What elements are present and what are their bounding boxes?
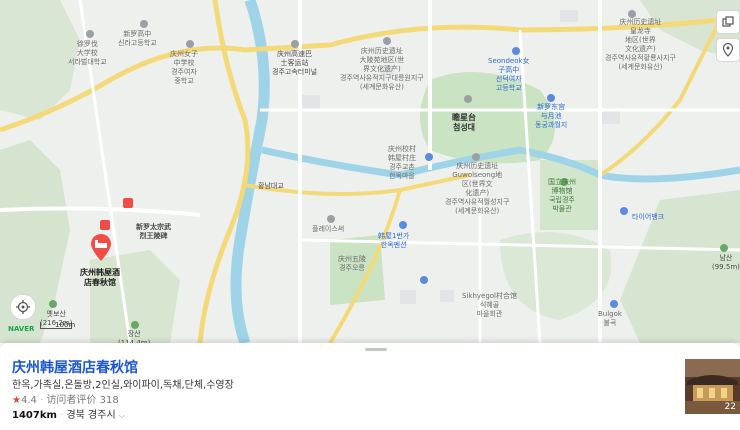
guesthouse-poi-icon[interactable] [399, 221, 407, 229]
locate-button[interactable] [10, 294, 36, 320]
heritage-poi-icon[interactable] [472, 153, 480, 161]
bank-poi-icon[interactable] [620, 207, 628, 215]
naver-logo: NAVER [8, 325, 35, 333]
mountain-poi-icon[interactable] [131, 321, 139, 329]
cheomseongdae-poi-icon[interactable] [464, 95, 472, 103]
layers-button[interactable] [716, 10, 740, 34]
heritage-poi-icon[interactable] [628, 10, 636, 18]
park-poi-icon[interactable] [547, 94, 555, 102]
village-hall-poi-icon[interactable] [420, 276, 428, 284]
photo-count: 22 [724, 402, 736, 412]
heritage-poi-red-icon[interactable] [123, 198, 133, 208]
label-bulgok[interactable]: Bulgok 불곡 [598, 310, 622, 328]
university-poi-icon[interactable] [86, 30, 94, 38]
bulgok-poi-icon[interactable] [610, 300, 618, 308]
label-wolseong[interactable]: 庆州历史遗址 Guwolseong地 区(世界文 化遗产) 경주역사유적월성지구… [445, 162, 509, 216]
label-donggung[interactable]: 新罗东宫 与月池 동궁과월지 [535, 103, 567, 130]
region-value[interactable]: 경북 경주시 [66, 410, 115, 421]
label-museum[interactable]: 国立庆州 博物馆 국립경주 박물관 [548, 178, 576, 214]
mountain-poi-icon[interactable] [49, 300, 57, 308]
bus-terminal-poi-icon[interactable] [291, 40, 299, 48]
label-namsan[interactable]: 남산 (99.5m) [712, 254, 740, 272]
scale-label: 100m [55, 321, 76, 329]
chevron-down-icon[interactable]: ⌵ [119, 411, 125, 420]
location-pin-button[interactable] [716, 38, 740, 62]
place-tags: 한옥,가족실,온돌방,2인실,와이파이,독채,단체,수영장 [12, 380, 234, 391]
label-girls-school[interactable]: 庆州女子 中学校 경주여자 중학교 [170, 50, 198, 86]
map-view[interactable]: 新罗高中 신라고등학교 徐罗伐 大学校 서라벌대학교 庆州女子 中学校 경주여자… [0, 0, 740, 343]
label-school1[interactable]: 新罗高中 신라고등학교 [118, 30, 157, 48]
layers-icon [722, 16, 734, 27]
label-university[interactable]: 徐罗伐 大学校 서라벌대학교 [68, 40, 107, 67]
school-poi-icon[interactable] [512, 47, 520, 55]
crosshair-icon [16, 300, 30, 314]
place-info-sheet[interactable]: 庆州韩屋酒店春秋馆 한옥,가족실,온돌방,2인실,와이파이,독채,단체,수영장 … [0, 343, 740, 430]
label-royal-tomb-stele[interactable]: 新罗太宗武 烈王陵碑 [136, 223, 171, 241]
label-bus-terminal[interactable]: 庆州高速巴 士客运站 경주고속터미널 [272, 50, 317, 77]
label-hanok-village[interactable]: 庆州校村 韩屋村庄 경주교촌 한옥마을 [388, 145, 416, 181]
pin-icon [722, 43, 734, 57]
label-bridge[interactable]: 황남대교 [258, 182, 284, 191]
label-cheomseongdae[interactable]: 瞻星台 첨성대 [452, 113, 476, 133]
label-sikhyegol[interactable]: Sikhyegol村合馆 식혜골 마을회관 [462, 292, 517, 319]
label-tomb[interactable]: 庆州五陵 경주오릉 [338, 255, 366, 273]
school-poi-icon[interactable] [140, 20, 148, 28]
place-title[interactable]: 庆州韩屋酒店春秋馆 [12, 357, 138, 377]
place-distance: 1407km · 경북 경주시 ⌵ [12, 410, 125, 421]
distance-value: 1407km [12, 410, 57, 421]
place-photo-thumbnail[interactable]: 22 [685, 359, 740, 414]
label-hotel[interactable]: 庆州韩屋酒 店春秋馆 [80, 268, 120, 288]
label-mountain-bottom[interactable]: 장산 (114.4m) [118, 330, 150, 343]
place-poi-icon[interactable] [327, 215, 335, 223]
reviews-count[interactable]: 访问者评价 318 [46, 395, 118, 406]
school-poi-icon[interactable] [186, 40, 194, 48]
hotel-small-poi-icon[interactable] [100, 220, 110, 230]
label-heritage-hwangnyongsa[interactable]: 庆州历史遗址 皇龙寺 地区(世界 文化遗产) 경주역사유적황룡사지구 (세계문화… [605, 18, 676, 72]
label-guesthouse[interactable]: 韩屋1번가 한옥펜션 [378, 232, 409, 250]
hanok-village-poi-icon[interactable] [425, 153, 433, 161]
drag-handle[interactable] [365, 348, 387, 351]
label-seondeok[interactable]: Seondeok女 子高中 선덕여자 고등학교 [488, 57, 530, 93]
place-rating: ★4.4 · 访问者评价 318 [12, 395, 119, 406]
rating-value: 4.4 [20, 395, 37, 406]
label-heritage-daereungwon[interactable]: 庆州历史遗址 大陵苑地区(世 界文化遗产) 경주역사유적지구대릉원지구 (세계문… [340, 47, 424, 92]
selected-hotel-marker-icon[interactable] [89, 234, 113, 262]
label-tire-bank[interactable]: 타이어뱅크 [632, 213, 664, 222]
star-icon: ★ [12, 395, 21, 406]
mountain-poi-icon[interactable] [720, 244, 728, 252]
label-plaza[interactable]: 플레이스써 [312, 225, 344, 234]
heritage-poi-icon[interactable] [383, 37, 391, 45]
